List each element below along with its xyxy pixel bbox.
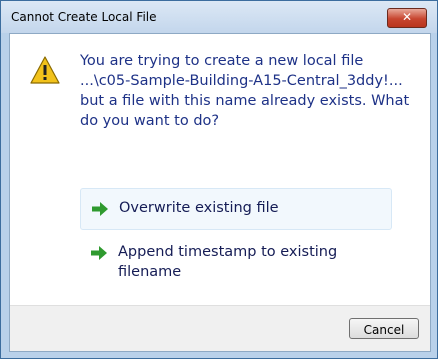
dialog-message: You are trying to create a new local fil…	[80, 53, 410, 129]
overwrite-file-label: Overwrite existing file	[119, 200, 279, 216]
title-bar[interactable]: Cannot Create Local File ✕	[1, 1, 437, 33]
cancel-button[interactable]: Cancel	[349, 318, 419, 339]
append-timestamp-label: Append timestamp to existing filename	[118, 244, 338, 280]
dialog-title: Cannot Create Local File	[11, 10, 157, 24]
green-arrow-icon	[91, 246, 107, 260]
overwrite-file-option[interactable]: Overwrite existing file	[80, 188, 392, 230]
append-timestamp-option[interactable]: Append timestamp to existing filename	[80, 237, 390, 287]
close-button[interactable]: ✕	[387, 8, 427, 28]
close-icon: ✕	[401, 10, 413, 24]
dialog-content: You are trying to create a new local fil…	[9, 33, 431, 352]
dialog-footer: Cancel	[10, 305, 430, 351]
dialog-window: Cannot Create Local File ✕ You are tryin…	[0, 0, 438, 359]
green-arrow-icon	[92, 202, 108, 216]
warning-icon	[30, 56, 60, 84]
